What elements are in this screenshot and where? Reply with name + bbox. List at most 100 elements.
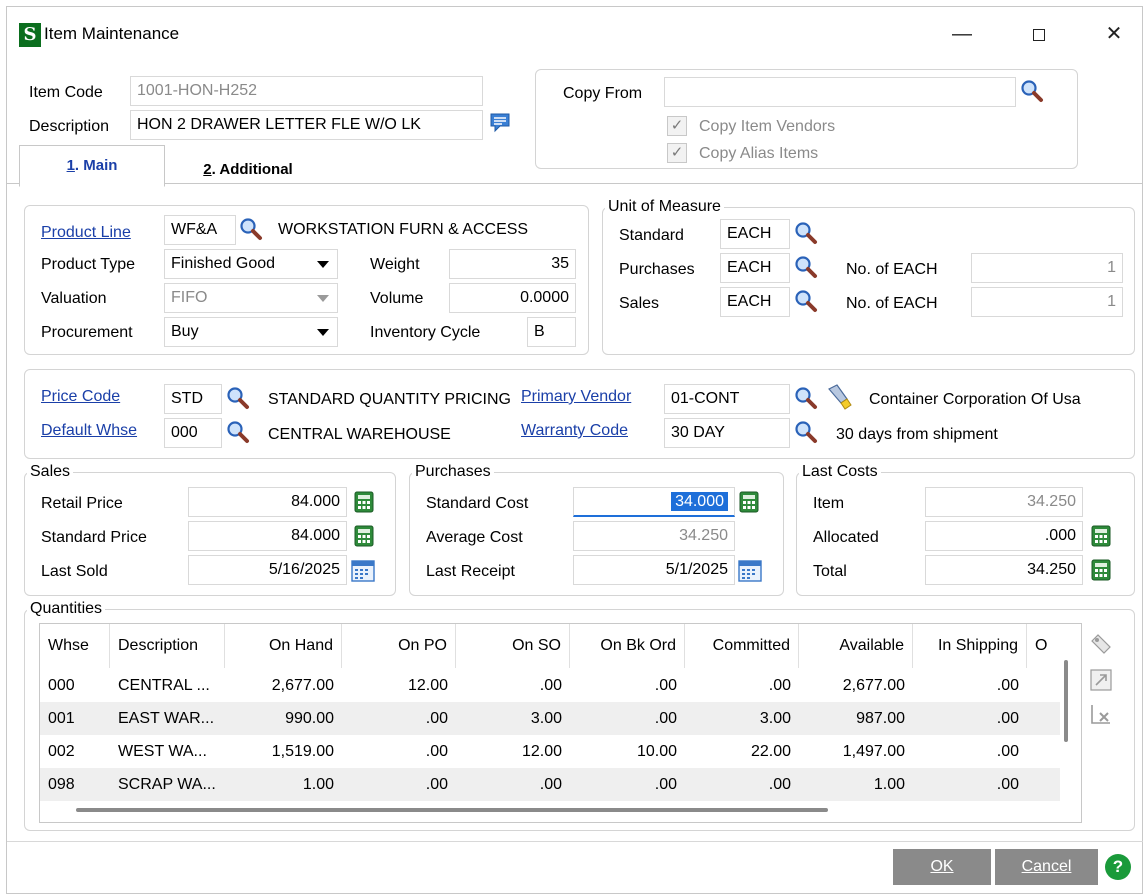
- flashlight-icon[interactable]: [825, 383, 855, 413]
- copy-from-lookup-icon[interactable]: [1020, 79, 1044, 103]
- default-whse-field[interactable]: 000: [164, 418, 222, 448]
- column-header-whse[interactable]: Whse: [40, 624, 110, 668]
- column-header-committed[interactable]: Committed: [685, 624, 799, 668]
- uom-sales-lookup-icon[interactable]: [794, 289, 818, 313]
- column-header-o[interactable]: O: [1027, 624, 1067, 668]
- close-button[interactable]: ✕: [1094, 19, 1134, 49]
- sales-no-of-field[interactable]: 1: [971, 287, 1123, 317]
- calculator-icon[interactable]: [354, 491, 374, 513]
- total-field[interactable]: 34.250: [925, 555, 1083, 585]
- allocated-field[interactable]: .000: [925, 521, 1083, 551]
- retail-price-label: Retail Price: [41, 495, 123, 512]
- calendar-icon[interactable]: [351, 558, 375, 582]
- product-line-field[interactable]: WF&A: [164, 215, 236, 245]
- standard-cost-field[interactable]: 34.000: [573, 487, 735, 517]
- cell-on-po: .00: [425, 743, 448, 760]
- standard-price-field[interactable]: 84.000: [188, 521, 347, 551]
- copy-from-field[interactable]: [664, 77, 1016, 107]
- price-code-link[interactable]: Price Code: [41, 387, 120, 407]
- warranty-code-link[interactable]: Warranty Code: [521, 421, 628, 441]
- delete-row-icon[interactable]: [1088, 701, 1114, 727]
- calendar-icon[interactable]: [738, 558, 762, 582]
- product-line-lookup-icon[interactable]: [239, 217, 263, 241]
- calculator-icon[interactable]: [354, 525, 374, 547]
- warranty-code-field[interactable]: 30 DAY: [664, 418, 790, 448]
- description-field[interactable]: HON 2 DRAWER LETTER FLE W/O LK: [130, 110, 483, 140]
- grid-settings-icon[interactable]: [1088, 631, 1114, 657]
- cell-whse: 000: [48, 677, 75, 694]
- horizontal-scrollbar[interactable]: [76, 808, 828, 812]
- cell-available: 987.00: [856, 710, 905, 727]
- cell-committed: 22.00: [750, 743, 791, 760]
- item-code-field[interactable]: 1001-HON-H252: [130, 76, 483, 106]
- memo-icon[interactable]: [488, 111, 512, 135]
- default-whse-lookup-icon[interactable]: [226, 420, 250, 444]
- purchases-no-of-field[interactable]: 1: [971, 253, 1123, 283]
- calculator-icon[interactable]: [739, 491, 759, 513]
- column-header-on-hand[interactable]: On Hand: [225, 624, 342, 668]
- item-code-label: Item Code: [29, 84, 103, 101]
- uom-sales-field[interactable]: EACH: [720, 287, 790, 317]
- inventory-cycle-field[interactable]: B: [527, 317, 576, 347]
- standard-price-label: Standard Price: [41, 529, 147, 546]
- price-code-lookup-icon[interactable]: [226, 386, 250, 410]
- table-row[interactable]: 098 SCRAP WA... 1.00 .00 .00 .00 .00 1.0…: [40, 768, 1060, 801]
- column-header-on-so[interactable]: On SO: [456, 624, 570, 668]
- maximize-button[interactable]: [1019, 19, 1059, 49]
- minimize-button[interactable]: —: [942, 19, 982, 49]
- procurement-select[interactable]: Buy: [164, 317, 338, 347]
- column-header-on-bk-ord[interactable]: On Bk Ord: [570, 624, 685, 668]
- average-cost-field[interactable]: 34.250: [573, 521, 735, 551]
- tab-additional[interactable]: 2. Additional: [175, 150, 321, 192]
- standard-cost-label: Standard Cost: [426, 495, 529, 512]
- cell-on-hand: 1.00: [302, 776, 334, 793]
- primary-vendor-link[interactable]: Primary Vendor: [521, 387, 631, 407]
- weight-field[interactable]: 35: [449, 249, 576, 279]
- cell-in-shipping: .00: [996, 743, 1019, 760]
- product-line-description: WORKSTATION FURN & ACCESS: [278, 221, 529, 238]
- last-cost-item-label: Item: [813, 495, 845, 512]
- primary-vendor-lookup-icon[interactable]: [794, 386, 818, 410]
- calculator-icon[interactable]: [1091, 525, 1111, 547]
- copy-item-vendors-checkbox[interactable]: ✓: [667, 116, 687, 136]
- valuation-select[interactable]: FIFO: [164, 283, 338, 313]
- price-code-field[interactable]: STD: [164, 384, 222, 414]
- table-row[interactable]: 000 CENTRAL ... 2,677.00 12.00 .00 .00 .…: [40, 669, 1060, 702]
- column-header-on-po[interactable]: On PO: [342, 624, 456, 668]
- copy-alias-items-checkbox[interactable]: ✓: [667, 143, 687, 163]
- table-row[interactable]: 002 WEST WA... 1,519.00 .00 12.00 10.00 …: [40, 735, 1060, 768]
- uom-standard-lookup-icon[interactable]: [794, 221, 818, 245]
- ok-button[interactable]: OK: [893, 849, 991, 885]
- tab-main[interactable]: 1. Main: [19, 145, 165, 187]
- retail-price-field[interactable]: 84.000: [188, 487, 347, 517]
- cell-on-hand: 1,519.00: [271, 743, 334, 760]
- calculator-icon[interactable]: [1091, 559, 1111, 581]
- product-type-select[interactable]: Finished Good: [164, 249, 338, 279]
- cancel-button[interactable]: Cancel: [995, 849, 1098, 885]
- primary-vendor-field[interactable]: 01-CONT: [664, 384, 790, 414]
- cell-on-bk-ord: .00: [654, 776, 677, 793]
- table-row[interactable]: 001 EAST WAR... 990.00 .00 3.00 .00 3.00…: [40, 702, 1060, 735]
- uom-purchases-field[interactable]: EACH: [720, 253, 790, 283]
- vertical-scrollbar[interactable]: [1064, 660, 1068, 742]
- cell-description: CENTRAL ...: [118, 677, 210, 694]
- last-receipt-field[interactable]: 5/1/2025: [573, 555, 735, 585]
- warranty-code-lookup-icon[interactable]: [794, 420, 818, 444]
- chevron-down-icon: [317, 329, 329, 336]
- last-sold-field[interactable]: 5/16/2025: [188, 555, 347, 585]
- product-type-label: Product Type: [41, 256, 135, 273]
- column-header-description[interactable]: Description: [110, 624, 225, 668]
- column-header-in-shipping[interactable]: In Shipping: [913, 624, 1027, 668]
- resize-columns-icon[interactable]: [1088, 667, 1114, 693]
- uom-purchases-lookup-icon[interactable]: [794, 255, 818, 279]
- unit-of-measure-title: Unit of Measure: [605, 198, 724, 216]
- volume-field[interactable]: 0.0000: [449, 283, 576, 313]
- purchases-no-of-label: No. of EACH: [846, 261, 938, 278]
- last-cost-item-field[interactable]: 34.250: [925, 487, 1083, 517]
- default-whse-link[interactable]: Default Whse: [41, 421, 137, 441]
- column-header-available[interactable]: Available: [799, 624, 913, 668]
- product-line-link[interactable]: Product Line: [41, 223, 131, 243]
- uom-standard-field[interactable]: EACH: [720, 219, 790, 249]
- price-code-description: STANDARD QUANTITY PRICING: [268, 391, 511, 408]
- help-icon[interactable]: ?: [1105, 854, 1131, 880]
